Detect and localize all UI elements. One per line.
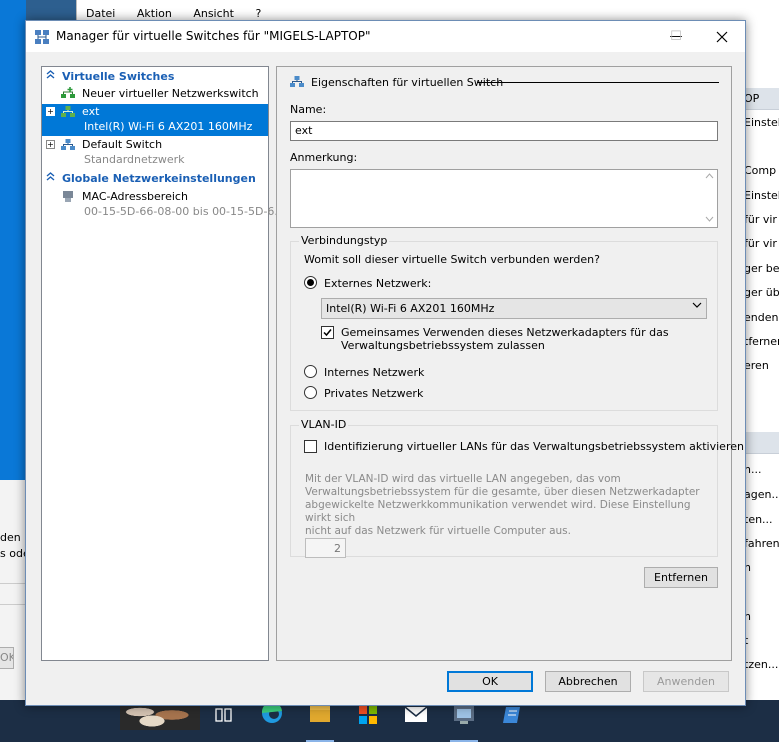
collapse-chevron-icon[interactable] [46,69,55,87]
notepad-icon[interactable] [488,700,536,742]
taskbar [0,700,779,742]
private-network-label[interactable]: Privates Netzwerk [324,387,423,400]
network-switch-icon [290,76,304,87]
background-left-text: den N s ode [0,531,26,560]
background-ok-button[interactable]: OK [0,647,14,669]
mail-icon[interactable] [392,700,440,742]
virtual-switch-manager-dialog: Manager für virtuelle Switches für "MIGE… [25,20,746,706]
switch-tree: Virtuelle Switches Neuer virtueller Netz… [41,66,285,661]
vlan-id-input[interactable]: 2 [305,538,346,558]
file-explorer-icon[interactable] [296,700,344,742]
new-virtual-switch-item[interactable]: Neuer virtueller Netzwerkswitch [42,86,268,103]
share-adapter-label[interactable]: Gemeinsames Verwenden dieses Netzwerkada… [341,326,669,352]
expand-icon[interactable]: + [46,140,55,149]
name-label: Name: [290,103,327,116]
network-switch-icon [61,139,75,150]
network-adapter-icon [63,191,73,202]
maximize-button[interactable]: ☐ [653,21,699,52]
expand-icon[interactable]: + [46,107,55,116]
section-global-network-settings[interactable]: Globale Netzwerkeinstellungen [42,171,268,187]
header-divider [477,82,719,83]
close-icon [716,31,728,42]
switch-item-ext[interactable]: + ext Intel(R) Wi-Fi 6 AX201 160MHz [42,104,268,136]
switch-manager-icon [35,30,49,44]
note-field[interactable] [290,169,718,228]
scroll-up-icon[interactable] [701,172,717,182]
new-switch-icon [61,87,75,98]
scroll-down-icon[interactable] [701,215,717,225]
connection-type-group: Verbindungstyp Womit soll dieser virtuel… [290,234,718,411]
name-field[interactable]: ext [290,121,718,141]
section-virtual-switches[interactable]: Virtuelle Switches [42,69,268,85]
ok-button[interactable]: OK [447,671,533,692]
hyperv-manager-icon[interactable] [440,700,488,742]
vlan-description: Mit der VLAN-ID wird das virtuelle LAN a… [305,473,700,537]
collapse-chevron-icon[interactable] [46,171,55,189]
menu-datei[interactable]: Datei [86,7,115,20]
external-network-radio[interactable] [304,276,317,289]
store-icon[interactable] [344,700,392,742]
checkmark-icon [323,329,332,337]
note-scrollbar[interactable] [701,170,717,227]
connection-type-title: Verbindungstyp [299,234,390,247]
background-menu-bar: Datei Aktion Ansicht ? [86,7,279,20]
vlan-id-title: VLAN-ID [299,418,349,431]
connection-question: Womit soll dieser virtuelle Switch verbu… [304,253,600,266]
switch-properties-pane: Eigenschaften für virtuellen Switch Name… [276,66,744,661]
mac-address-range-item[interactable]: MAC-Adressbereich 00-15-5D-66-08-00 bis … [42,189,285,221]
vlan-enable-label[interactable]: Identifizierung virtueller LANs für das … [324,440,744,453]
menu-aktion[interactable]: Aktion [137,7,172,20]
actions-header: OP [744,88,779,110]
note-label: Anmerkung: [290,151,358,164]
switch-item-default[interactable]: + Default Switch Standardnetzwerk [42,137,268,169]
private-network-radio[interactable] [304,386,317,399]
edge-icon[interactable] [248,700,296,742]
external-network-label[interactable]: Externes Netzwerk: [324,277,431,290]
internal-network-label[interactable]: Internes Netzwerk [324,366,424,379]
close-button[interactable] [699,21,745,52]
remove-button[interactable]: Entfernen [644,567,718,588]
chevron-down-icon [692,301,702,312]
dialog-title: Manager für virtuelle Switches für "MIGE… [56,29,371,43]
vlan-enable-checkbox[interactable] [304,440,317,453]
vlan-id-group: VLAN-ID Identifizierung virtueller LANs … [290,418,744,558]
background-actions-pane: OP Einstellun Comp Einstel für vir für v… [744,20,779,700]
cancel-button[interactable]: Abbrechen [545,671,631,692]
share-adapter-checkbox[interactable] [321,326,334,339]
network-switch-icon [61,106,75,117]
internal-network-radio[interactable] [304,365,317,378]
menu-help[interactable]: ? [255,7,261,20]
task-view-icon[interactable] [200,700,248,742]
adapter-dropdown[interactable]: Intel(R) Wi-Fi 6 AX201 160MHz [321,298,707,319]
desktop-background [0,0,26,480]
actions-header-2 [744,432,779,454]
apply-button[interactable]: Anwenden [643,671,729,692]
title-bar[interactable]: Manager für virtuelle Switches für "MIGE… [26,21,745,52]
menu-ansicht[interactable]: Ansicht [193,7,234,20]
